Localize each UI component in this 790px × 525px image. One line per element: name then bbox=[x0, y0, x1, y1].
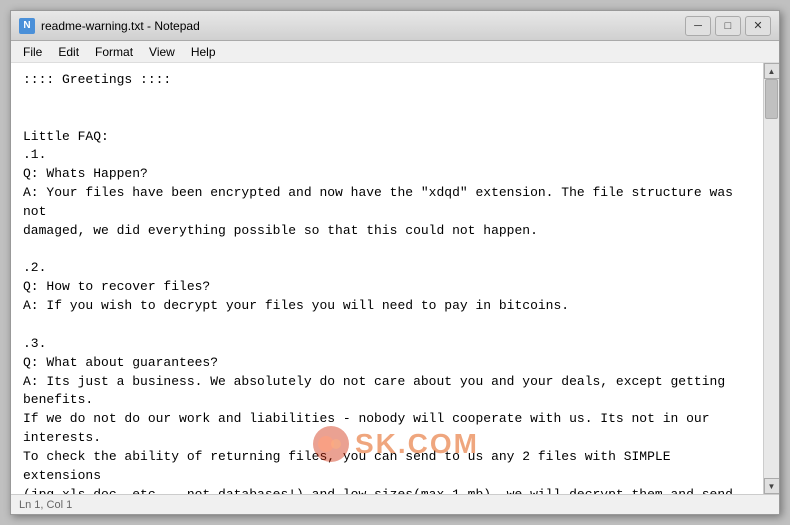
content-wrapper: :::: Greetings :::: Little FAQ: .1. Q: W… bbox=[11, 63, 779, 494]
menu-file[interactable]: File bbox=[15, 43, 50, 61]
window-title: readme-warning.txt - Notepad bbox=[41, 19, 685, 33]
status-text: Ln 1, Col 1 bbox=[19, 499, 72, 511]
minimize-button[interactable]: ─ bbox=[685, 16, 711, 36]
scroll-track[interactable] bbox=[764, 79, 779, 478]
window-controls: ─ □ ✕ bbox=[685, 16, 771, 36]
menu-help[interactable]: Help bbox=[183, 43, 224, 61]
vertical-scrollbar[interactable]: ▲ ▼ bbox=[763, 63, 779, 494]
app-icon: N bbox=[19, 18, 35, 34]
text-content[interactable]: :::: Greetings :::: Little FAQ: .1. Q: W… bbox=[11, 63, 763, 494]
scroll-thumb[interactable] bbox=[765, 79, 778, 119]
maximize-button[interactable]: □ bbox=[715, 16, 741, 36]
menu-bar: File Edit Format View Help bbox=[11, 41, 779, 63]
scroll-up-button[interactable]: ▲ bbox=[764, 63, 780, 79]
status-bar: Ln 1, Col 1 bbox=[11, 494, 779, 514]
menu-format[interactable]: Format bbox=[87, 43, 141, 61]
notepad-window: N readme-warning.txt - Notepad ─ □ ✕ Fil… bbox=[10, 10, 780, 515]
menu-edit[interactable]: Edit bbox=[50, 43, 87, 61]
title-bar: N readme-warning.txt - Notepad ─ □ ✕ bbox=[11, 11, 779, 41]
scroll-down-button[interactable]: ▼ bbox=[764, 478, 780, 494]
close-button[interactable]: ✕ bbox=[745, 16, 771, 36]
menu-view[interactable]: View bbox=[141, 43, 183, 61]
